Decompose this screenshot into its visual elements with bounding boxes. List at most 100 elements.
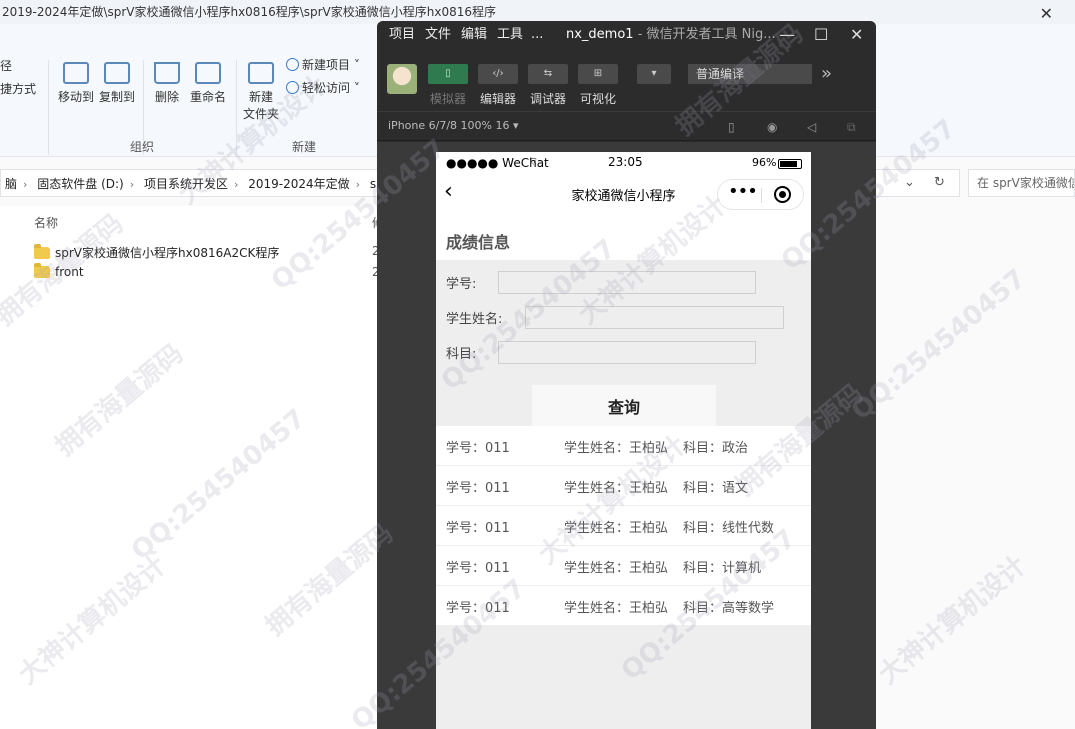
- student-name: 学生姓名：王柏弘: [564, 601, 669, 616]
- wechat-devtools-window: 项目 文件 编辑 工具 ... nx_demo1 - 微信开发者工具 Nig..…: [377, 21, 876, 729]
- link-icon: [286, 81, 299, 94]
- breadcrumb[interactable]: 脑 › 固态软件盘 (D:) › 项目系统开发区 › 2019-2024年定做 › s: [0, 169, 380, 197]
- mini-program-navbar: ‹ 家校通微信小程序 •••: [436, 174, 811, 216]
- list-item[interactable]: 学号：011 学生姓名：王柏弘 科目：语文: [436, 466, 811, 506]
- search-input[interactable]: 在 sprV家校通微信: [968, 169, 1075, 197]
- phone-simulator: ●●●●● WeChat ⌔ 23:05 96% ‹ 家校通微信小程序 ••• …: [436, 152, 811, 729]
- visual-label: 可视化: [580, 92, 617, 106]
- chevron-right-icon: ›: [23, 178, 28, 191]
- folder-copy-icon: [104, 62, 130, 84]
- subject: 科目：语文: [683, 481, 749, 496]
- window-title-sub: - 微信开发者工具 Nig...: [633, 27, 776, 42]
- menu-project[interactable]: 项目: [389, 21, 415, 49]
- list-item[interactable]: 学号：011 学生姓名：王柏弘 科目：高等数学: [436, 586, 811, 626]
- refresh-icon[interactable]: ↻: [934, 170, 945, 196]
- search-form: 学号: 学生姓名: 科目: 查询: [436, 260, 811, 427]
- devtools-toolbar: ▯ 模拟器 ‹/› 编辑器 ⇆ 调试器 ⊞ 可视化 ▾ 普通编译 »: [377, 49, 876, 109]
- minimize-icon[interactable]: —: [779, 21, 795, 49]
- ribbon-divider: [236, 60, 237, 155]
- simulator-label: 模拟器: [430, 92, 467, 106]
- device-bar: iPhone 6/7/8 100% 16 ▾ ▯ ◉ ◁ ⧉: [377, 111, 876, 141]
- breadcrumb-item[interactable]: 脑: [1, 170, 21, 196]
- column-header-name[interactable]: 名称: [34, 214, 58, 231]
- battery-icon: [778, 159, 802, 169]
- rename-icon: [195, 62, 221, 84]
- code-icon: ‹/›: [492, 68, 504, 79]
- breadcrumb-item[interactable]: 2019-2024年定做: [244, 170, 353, 196]
- student-id: 学号：011: [446, 521, 510, 536]
- breadcrumb-item[interactable]: 固态软件盘 (D:): [33, 170, 127, 196]
- folder-icon: [34, 263, 50, 278]
- file-row[interactable]: sprV家校通微信小程序hx0816A2CK程序: [34, 244, 279, 261]
- subject: 科目：高等数学: [683, 601, 775, 616]
- debug-icon: ⇆: [543, 68, 553, 79]
- rename-button[interactable]: 重命名: [188, 62, 228, 105]
- student-id-input[interactable]: [498, 271, 756, 294]
- folder-move-icon: [63, 62, 89, 84]
- compile-mode-select[interactable]: 普通编译: [688, 64, 812, 84]
- ribbon-divider: [48, 60, 49, 155]
- student-name: 学生姓名：王柏弘: [564, 441, 669, 456]
- subject: 科目：政治: [683, 441, 749, 456]
- copy-to-label: 复制到: [98, 90, 135, 104]
- menu-tools[interactable]: 工具: [497, 21, 523, 49]
- new-folder-button[interactable]: 新建 文件夹: [242, 62, 280, 122]
- visual-toggle[interactable]: ⊞: [578, 64, 618, 84]
- avatar[interactable]: [387, 64, 417, 94]
- close-icon[interactable]: ✕: [850, 21, 863, 49]
- move-to-button[interactable]: 移动到: [56, 62, 96, 105]
- menu-edit[interactable]: 编辑: [461, 21, 487, 49]
- shortcut-label[interactable]: 捷方式: [0, 80, 36, 97]
- chevron-right-icon: ›: [355, 178, 361, 191]
- chevron-right-icon: ›: [129, 178, 135, 191]
- wifi-icon: ⌔: [528, 155, 539, 168]
- maximize-icon[interactable]: ☐: [814, 21, 828, 49]
- popout-icon[interactable]: ⧉: [847, 120, 856, 135]
- new-item-button[interactable]: 新建项目 ˅: [286, 56, 360, 73]
- simulator-area: ●●●●● WeChat ⌔ 23:05 96% ‹ 家校通微信小程序 ••• …: [377, 142, 876, 729]
- trash-icon: [154, 62, 180, 84]
- debugger-toggle[interactable]: ⇆: [528, 64, 568, 84]
- device-select[interactable]: iPhone 6/7/8 100% 16 ▾: [388, 119, 519, 132]
- list-item[interactable]: 学号：011 学生姓名：王柏弘 科目：政治: [436, 426, 811, 466]
- file-row[interactable]: front: [34, 263, 84, 279]
- subject: 科目：线性代数: [683, 521, 775, 536]
- new-folder-label-1: 新建: [248, 90, 273, 104]
- editor-toggle[interactable]: ‹/›: [478, 64, 518, 84]
- student-name-input[interactable]: [525, 306, 784, 329]
- rename-label: 重命名: [189, 90, 226, 104]
- close-circle-icon[interactable]: [774, 186, 791, 203]
- delete-button[interactable]: 删除: [150, 62, 184, 105]
- menu-file[interactable]: 文件: [425, 21, 451, 49]
- devtools-titlebar: 项目 文件 编辑 工具 ... nx_demo1 - 微信开发者工具 Nig..…: [377, 21, 876, 49]
- subject-input[interactable]: [498, 341, 756, 364]
- subject: 科目：计算机: [683, 561, 762, 576]
- page-header: 成绩信息: [436, 216, 811, 260]
- file-name: sprV家校通微信小程序hx0816A2CK程序: [55, 246, 280, 260]
- chevron-double-right-icon[interactable]: »: [821, 63, 832, 84]
- move-to-label: 移动到: [57, 90, 94, 104]
- chevron-down-icon[interactable]: ⌄: [904, 170, 915, 196]
- simulator-toggle[interactable]: ▯: [428, 64, 468, 84]
- phone-icon[interactable]: ▯: [728, 120, 735, 134]
- easy-access-button[interactable]: 轻松访问 ˅: [286, 79, 360, 96]
- record-icon[interactable]: ◉: [767, 120, 777, 134]
- device-label: iPhone 6/7/8 100% 16: [388, 119, 510, 132]
- copy-to-button[interactable]: 复制到: [97, 62, 137, 105]
- new-item-label: 新建项目: [302, 58, 351, 72]
- query-button[interactable]: 查询: [532, 385, 716, 427]
- breadcrumb-item[interactable]: 项目系统开发区: [140, 170, 232, 196]
- project-name: nx_demo1: [566, 27, 634, 42]
- menu-more[interactable]: ...: [531, 21, 543, 49]
- clock: 23:05: [608, 155, 643, 169]
- folder-icon: [34, 244, 50, 259]
- organize-group-label: 组织: [130, 140, 155, 154]
- list-item[interactable]: 学号：011 学生姓名：王柏弘 科目：线性代数: [436, 506, 811, 546]
- volume-icon[interactable]: ◁: [807, 120, 816, 134]
- path-label[interactable]: 径: [0, 57, 12, 74]
- more-icon[interactable]: •••: [728, 181, 758, 202]
- list-item[interactable]: 学号：011 学生姓名：王柏弘 科目：计算机: [436, 546, 811, 586]
- file-name: front: [55, 265, 84, 279]
- capsule-menu: •••: [717, 179, 804, 210]
- mode-dropdown[interactable]: ▾: [637, 64, 671, 84]
